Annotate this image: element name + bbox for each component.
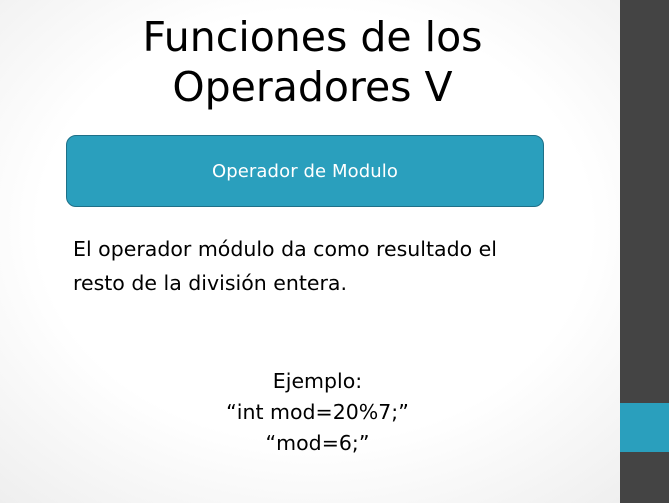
side-accent-square: [620, 403, 669, 452]
callout-box: Operador de Modulo: [66, 135, 544, 207]
description-line-2: resto de la división entera.: [73, 271, 348, 295]
description-text: El operador módulo da como resultado el …: [73, 232, 543, 300]
example-code-line-2: “mod=6;”: [265, 431, 370, 455]
slide-title-line-1: Funciones de los: [142, 13, 483, 61]
slide-title-line-2: Operadores V: [172, 63, 453, 111]
example-block: Ejemplo: “int mod=20%7;” “mod=6;”: [160, 366, 475, 459]
slide-title: Funciones de los Operadores V: [60, 12, 565, 112]
callout-label: Operador de Modulo: [211, 160, 399, 182]
example-code-line-1: “int mod=20%7;”: [226, 400, 409, 424]
example-heading: Ejemplo:: [272, 369, 363, 393]
description-line-1: El operador módulo da como resultado el: [73, 237, 497, 261]
